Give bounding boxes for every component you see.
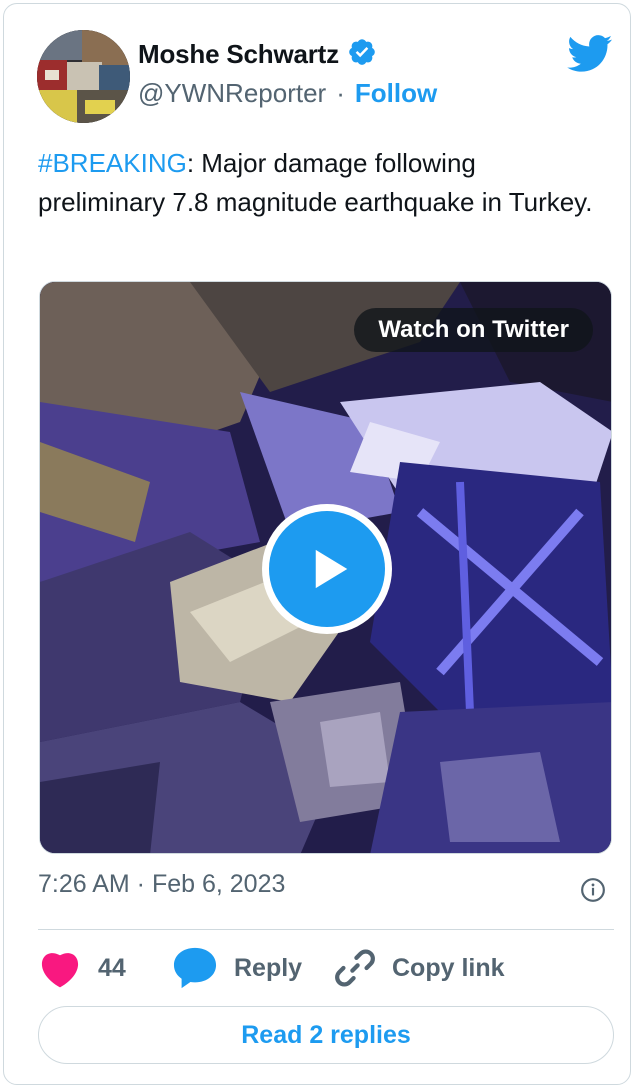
reply-bubble-icon [173, 947, 217, 989]
reply-button[interactable]: Reply [172, 944, 302, 992]
heart-icon [41, 953, 79, 988]
author-handle[interactable]: @YWNReporter [138, 78, 326, 109]
copy-link-label: Copy link [392, 953, 505, 982]
read-replies-button[interactable]: Read 2 replies [38, 1006, 614, 1064]
verified-badge-icon [347, 37, 377, 72]
handle-separator: · [336, 78, 345, 108]
tweet-card: Moshe Schwartz @YWNReporter · Follow #BR… [3, 3, 631, 1085]
play-button[interactable] [262, 504, 392, 634]
avatar[interactable] [37, 30, 130, 123]
divider [38, 929, 614, 930]
author-name[interactable]: Moshe Schwartz [138, 39, 339, 70]
tweet-text: #BREAKING: Major damage following prelim… [38, 144, 598, 222]
info-icon[interactable] [580, 877, 606, 908]
tweet-timestamp[interactable]: 7:26 AM · Feb 6, 2023 [38, 870, 285, 899]
video-player[interactable]: Watch on Twitter [39, 281, 612, 854]
link-icon [335, 949, 375, 987]
copy-link-button[interactable]: Copy link [334, 944, 505, 992]
watch-on-twitter-button[interactable]: Watch on Twitter [354, 308, 593, 352]
hashtag-link[interactable]: #BREAKING [38, 148, 187, 178]
like-count: 44 [98, 953, 126, 982]
twitter-bird-icon[interactable] [567, 35, 613, 78]
play-icon [315, 549, 348, 589]
action-bar: 44 Reply Copy link [38, 944, 614, 992]
like-button[interactable]: 44 [38, 944, 126, 992]
follow-button[interactable]: Follow [355, 78, 437, 109]
reply-label: Reply [234, 953, 303, 982]
